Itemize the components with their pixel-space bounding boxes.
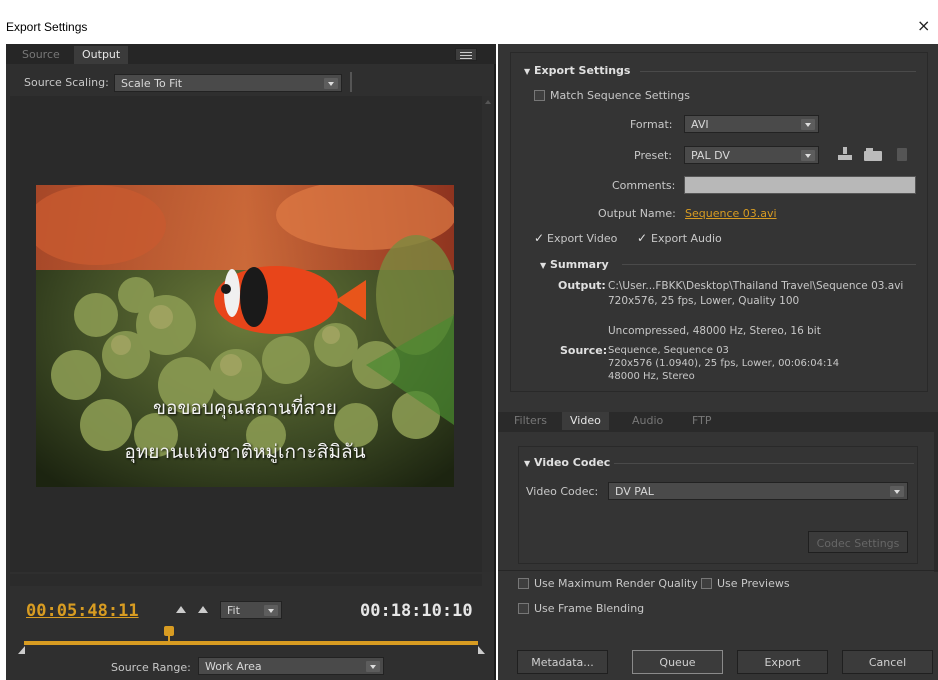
export-settings-title: Export Settings (534, 64, 631, 77)
export-settings-group (510, 52, 928, 392)
window-title: Export Settings (6, 20, 88, 34)
chevron-down-icon (366, 661, 380, 672)
source-range-value: Work Area (205, 660, 262, 673)
playhead-stem (168, 636, 170, 641)
zoom-value: Fit (227, 604, 240, 617)
subtitle-line-1: ขอขอบคุณสถานที่สวย (153, 397, 337, 419)
format-label: Format: (630, 118, 673, 131)
export-audio-label: Export Audio (651, 232, 722, 245)
tab-ftp[interactable]: FTP (684, 412, 720, 430)
match-sequence-checkbox[interactable] (534, 90, 545, 101)
panel-menu-icon[interactable] (455, 48, 477, 61)
frame-blending-label: Use Frame Blending (534, 602, 645, 615)
metadata-button[interactable]: Metadata... (517, 650, 608, 674)
horizontal-scrollbar[interactable] (10, 574, 482, 586)
chevron-down-icon (801, 150, 815, 161)
out-point-handle[interactable] (478, 646, 485, 654)
subtitle-line-2: อุทยานแห่งชาติหมู่เกาะสิมิลัน (124, 441, 366, 463)
save-preset-icon[interactable] (838, 147, 852, 161)
window-titlebar: Export Settings × (0, 10, 938, 44)
export-video-label: Export Video (547, 232, 618, 245)
summary-header[interactable]: ▼ Summary (540, 258, 609, 271)
summary-source-label: Source: (560, 344, 608, 357)
summary-source-line: Sequence, Sequence 03 (608, 345, 729, 356)
divider (614, 463, 914, 464)
video-codec-dropdown[interactable]: DV PAL (608, 482, 908, 500)
chevron-down-icon (324, 78, 338, 89)
current-timecode[interactable]: 00:05:48:11 (26, 601, 139, 621)
source-scaling-dropdown[interactable]: Scale To Fit (114, 74, 342, 92)
vertical-scrollbar[interactable] (482, 96, 494, 572)
import-preset-icon[interactable] (864, 148, 882, 161)
summary-output-line: Uncompressed, 48000 Hz, Stereo, 16 bit (608, 325, 821, 337)
summary-output-line: 720x576, 25 fps, Lower, Quality 100 (608, 295, 800, 307)
set-in-point-icon[interactable] (176, 606, 186, 613)
cancel-button[interactable]: Cancel (842, 650, 933, 674)
zoom-dropdown[interactable]: Fit (220, 601, 282, 619)
comments-label: Comments: (612, 179, 676, 192)
summary-output-label: Output: (558, 279, 606, 292)
preset-value: PAL DV (691, 149, 730, 162)
in-point-handle[interactable] (18, 646, 25, 654)
divider (622, 264, 916, 265)
video-preview-image: ขอขอบคุณสถานที่สวย อุทยานแห่งชาติหมู่เกา… (36, 185, 454, 487)
chevron-down-icon (801, 119, 815, 130)
timeline-track[interactable] (24, 641, 478, 645)
tab-audio[interactable]: Audio (624, 412, 671, 430)
export-audio-checkbox[interactable]: ✓ (637, 231, 647, 245)
frame-blending-checkbox[interactable] (518, 603, 529, 614)
queue-button[interactable]: Queue (632, 650, 723, 674)
match-sequence-label: Match Sequence Settings (550, 89, 690, 102)
delete-preset-icon[interactable] (897, 148, 907, 161)
source-scaling-label: Source Scaling: (24, 76, 109, 89)
chevron-down-icon (890, 486, 904, 497)
tab-source[interactable]: Source (14, 46, 68, 64)
export-settings-header[interactable]: ▼ Export Settings (524, 64, 630, 77)
video-codec-title: Video Codec (534, 456, 611, 469)
max-render-quality-label: Use Maximum Render Quality (534, 577, 698, 590)
video-codec-header[interactable]: ▼ Video Codec (524, 456, 610, 469)
output-name-link[interactable]: Sequence 03.avi (685, 207, 777, 220)
source-scaling-value: Scale To Fit (121, 77, 183, 90)
summary-output-text: C:\User...FBKK\Desktop\Thailand Travel\S… (608, 279, 903, 339)
divider (498, 570, 938, 571)
divider (350, 72, 352, 92)
summary-source-line: 720x576 (1.0940), 25 fps, Lower, 00:06:0… (608, 358, 840, 369)
duration-timecode: 00:18:10:10 (360, 601, 473, 621)
tab-video[interactable]: Video (562, 412, 609, 430)
set-out-point-icon[interactable] (198, 606, 208, 613)
export-video-checkbox[interactable]: ✓ (534, 231, 544, 245)
summary-source-line: 48000 Hz, Stereo (608, 371, 695, 382)
max-render-quality-checkbox[interactable] (518, 578, 529, 589)
use-previews-checkbox[interactable] (701, 578, 712, 589)
close-icon[interactable]: × (917, 16, 930, 35)
codec-settings-button[interactable]: Codec Settings (808, 531, 908, 553)
chevron-down-icon (264, 605, 278, 616)
tab-filters[interactable]: Filters (506, 412, 555, 430)
format-dropdown[interactable]: AVI (684, 115, 819, 133)
source-range-label: Source Range: (111, 661, 191, 674)
export-button[interactable]: Export (737, 650, 828, 674)
comments-input[interactable] (684, 176, 916, 194)
playhead-icon[interactable] (164, 626, 174, 636)
source-range-dropdown[interactable]: Work Area (198, 657, 384, 675)
format-value: AVI (691, 118, 709, 131)
output-name-label: Output Name: (598, 207, 676, 220)
summary-source-text: Sequence, Sequence 03 720x576 (1.0940), … (608, 344, 839, 383)
tab-output[interactable]: Output (74, 46, 129, 64)
video-codec-value: DV PAL (615, 485, 654, 498)
divider (640, 71, 916, 72)
preset-label: Preset: (634, 149, 673, 162)
settings-scrollbar[interactable] (934, 432, 938, 572)
summary-output-line: C:\User...FBKK\Desktop\Thailand Travel\S… (608, 280, 904, 292)
preset-dropdown[interactable]: PAL DV (684, 146, 819, 164)
use-previews-label: Use Previews (717, 577, 790, 590)
video-codec-label: Video Codec: (526, 485, 599, 498)
summary-output-line (608, 309, 903, 324)
summary-title: Summary (550, 258, 609, 271)
